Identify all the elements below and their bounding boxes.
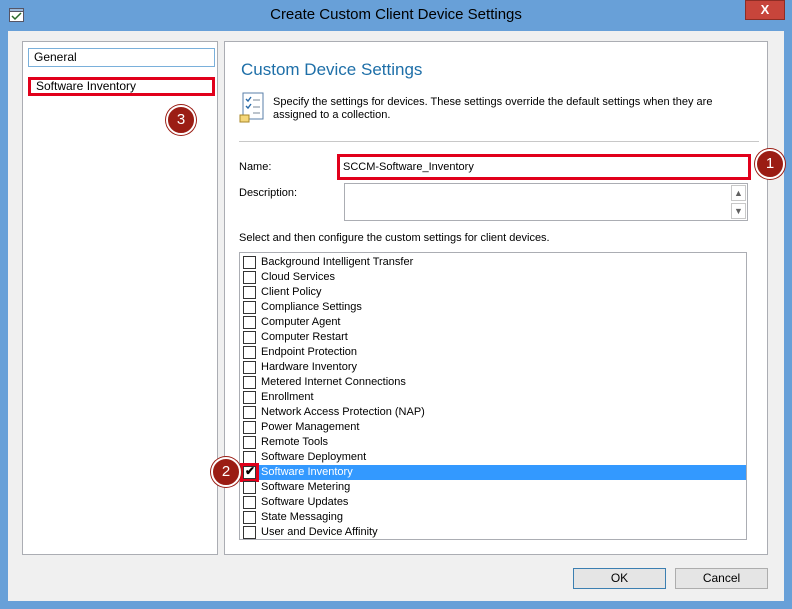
setting-label: Power Management <box>261 421 360 433</box>
setting-checkbox[interactable] <box>243 376 256 389</box>
settings-list: Background Intelligent Transfer Cloud Ser… <box>239 252 747 540</box>
list-item[interactable]: ✔ Software Inventory <box>240 463 746 482</box>
scroll-up-icon[interactable]: ▲ <box>731 185 746 201</box>
list-item[interactable]: User and Device Affinity <box>240 525 746 540</box>
setting-label: Network Access Protection (NAP) <box>261 406 425 418</box>
setting-label: Software Deployment <box>261 451 367 463</box>
list-item[interactable]: Client Policy <box>240 285 746 300</box>
dialog-window: Create Custom Client Device Settings X G… <box>0 0 792 609</box>
setting-checkbox[interactable] <box>243 391 256 404</box>
list-item[interactable]: Software Metering <box>240 480 746 495</box>
setting-label: Software Updates <box>261 496 349 508</box>
setting-label: Computer Agent <box>261 316 341 328</box>
list-item[interactable]: Computer Agent <box>240 315 746 330</box>
instruction-text: Select and then configure the custom set… <box>239 232 550 244</box>
setting-label: Hardware Inventory <box>261 361 357 373</box>
scroll-down-icon[interactable]: ▼ <box>731 203 746 219</box>
setting-label: Endpoint Protection <box>261 346 358 358</box>
cancel-button[interactable]: Cancel <box>675 568 768 589</box>
callout-badge-2: 2 <box>211 457 241 487</box>
page-title: Custom Device Settings <box>241 60 423 79</box>
setting-label: User and Device Affinity <box>261 526 378 538</box>
setting-checkbox[interactable]: ✔ <box>243 464 256 479</box>
list-item[interactable]: Computer Restart <box>240 330 746 345</box>
list-item[interactable]: State Messaging <box>240 510 746 525</box>
description-label: Description: <box>239 187 298 199</box>
setting-checkbox[interactable] <box>243 421 256 434</box>
setting-checkbox[interactable] <box>243 436 256 449</box>
setting-checkbox[interactable] <box>243 361 256 374</box>
name-field-frame <box>337 154 751 180</box>
list-item[interactable]: Enrollment <box>240 390 746 405</box>
separator <box>239 141 759 142</box>
setting-label: Background Intelligent Transfer <box>261 256 414 268</box>
window-title: Create Custom Client Device Settings <box>270 6 522 23</box>
setting-label: Remote Tools <box>261 436 329 448</box>
setting-checkbox[interactable] <box>243 496 256 509</box>
list-item[interactable]: Remote Tools <box>240 435 746 450</box>
checklist-icon <box>239 92 264 123</box>
setting-label: Metered Internet Connections <box>261 376 406 388</box>
setting-checkbox[interactable] <box>243 286 256 299</box>
setting-checkbox[interactable] <box>243 301 256 314</box>
list-item[interactable]: Hardware Inventory <box>240 360 746 375</box>
list-item[interactable]: Metered Internet Connections <box>240 375 746 390</box>
setting-checkbox[interactable] <box>243 256 256 269</box>
close-button[interactable]: X <box>745 0 785 20</box>
setting-label: State Messaging <box>261 511 343 523</box>
close-icon: X <box>760 2 770 17</box>
list-item[interactable]: Power Management <box>240 420 746 435</box>
list-item[interactable]: Software Deployment <box>240 450 746 465</box>
list-item[interactable]: Endpoint Protection <box>240 345 746 360</box>
list-item[interactable]: Network Access Protection (NAP) <box>240 405 746 420</box>
setting-label: Computer Restart <box>261 331 348 343</box>
setting-label: Cloud Services <box>261 271 335 283</box>
setting-checkbox[interactable] <box>243 271 256 284</box>
setting-checkbox[interactable] <box>243 331 256 344</box>
setting-checkbox[interactable] <box>243 481 256 494</box>
list-item[interactable]: Background Intelligent Transfer <box>240 255 746 270</box>
list-item[interactable]: Compliance Settings <box>240 300 746 315</box>
setting-label: Compliance Settings <box>261 301 362 313</box>
setting-label: Client Policy <box>261 286 322 298</box>
page-description: Specify the settings for devices. These … <box>273 96 713 121</box>
callout-badge-3: 3 <box>166 105 196 135</box>
setting-checkbox[interactable] <box>243 316 256 329</box>
nav-item-general[interactable]: General <box>28 48 215 67</box>
title-bar[interactable]: Create Custom Client Device Settings X <box>0 0 792 31</box>
settings-pane: Custom Device Settings Specify the setti… <box>211 41 785 555</box>
name-label: Name: <box>239 161 272 173</box>
setting-label: Software Metering <box>261 481 351 493</box>
list-item[interactable]: Software Updates <box>240 495 746 510</box>
ok-button[interactable]: OK <box>573 568 666 589</box>
checkmark-icon: ✔ <box>245 464 256 478</box>
nav-item-software-inventory[interactable]: Software Inventory <box>28 77 215 96</box>
navigation-pane: General Software Inventory 3 <box>22 41 218 555</box>
list-item[interactable]: Cloud Services <box>240 270 746 285</box>
setting-checkbox[interactable] <box>243 346 256 359</box>
callout-badge-1: 1 <box>755 149 785 179</box>
description-field[interactable]: ▲ ▼ <box>344 183 748 221</box>
setting-label: Software Inventory <box>261 466 353 478</box>
setting-checkbox[interactable] <box>243 511 256 524</box>
name-field[interactable] <box>343 159 743 175</box>
setting-checkbox[interactable] <box>243 526 256 539</box>
setting-checkbox[interactable] <box>243 406 256 419</box>
dialog-body: General Software Inventory 3 Custom Devi… <box>8 31 785 601</box>
setting-label: Enrollment <box>261 391 314 403</box>
